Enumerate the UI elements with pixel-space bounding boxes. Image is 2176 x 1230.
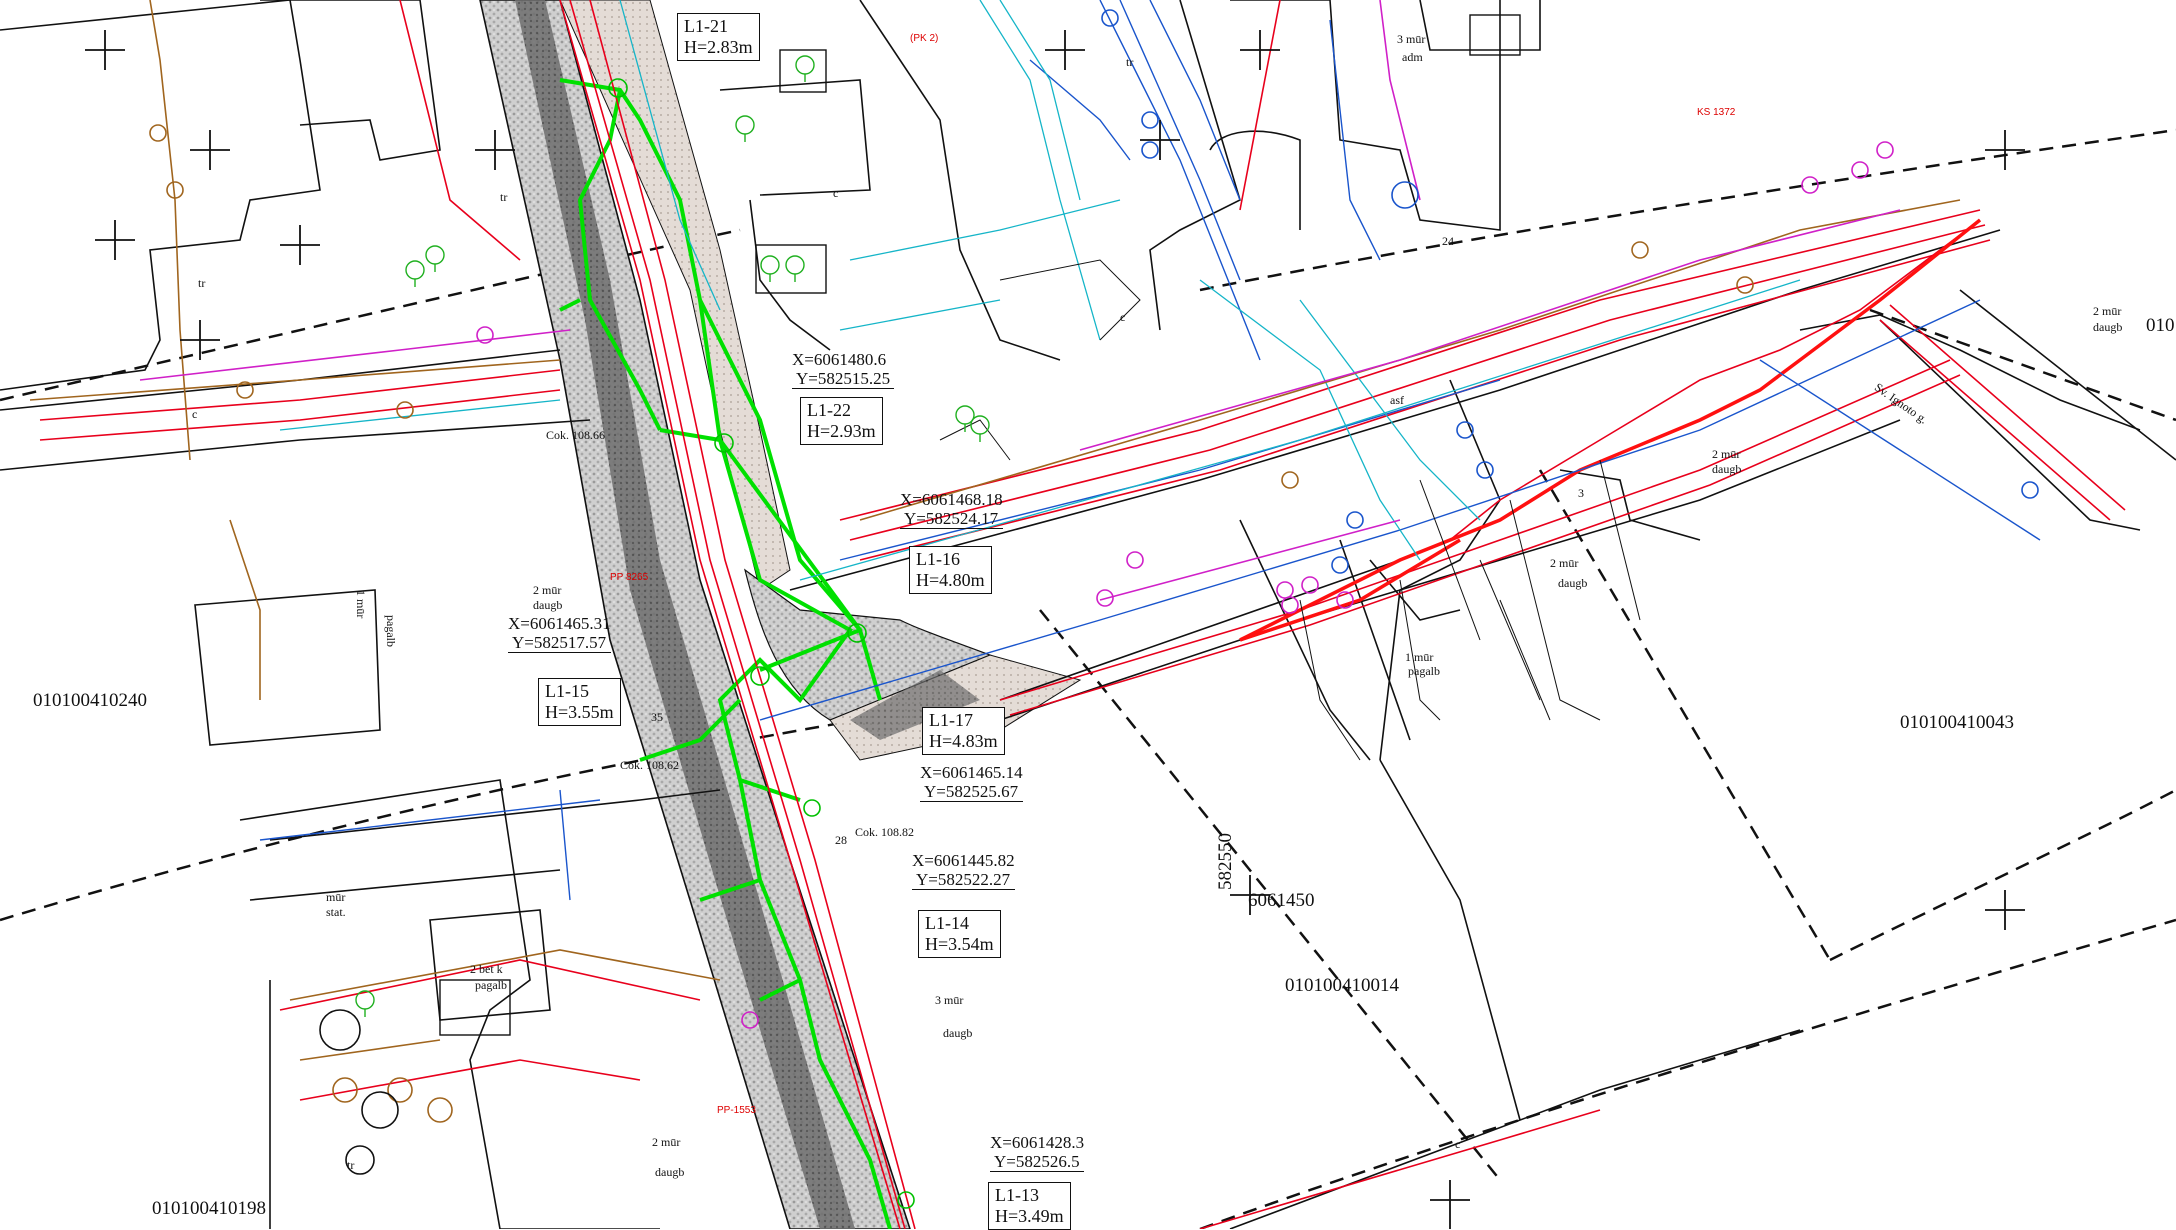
manhole-depth: H=4.80m — [916, 570, 985, 590]
coord-callout-4: X=6061465.14 Y=582525.67 — [920, 763, 1023, 802]
surface-label: c — [833, 186, 839, 200]
coord-x: X=6061468.18 — [900, 490, 1003, 509]
elevation-cok-3: Cok. 108.82 — [855, 825, 915, 839]
manhole-depth: H=2.83m — [684, 37, 753, 57]
manhole-depth: H=3.55m — [545, 702, 614, 722]
coord-y: Y=582526.5 — [990, 1152, 1085, 1172]
building-floors: mūr — [326, 890, 346, 904]
building-material: daugb — [1558, 576, 1588, 590]
parcel-id-198: 010100410198 — [152, 1198, 266, 1219]
manhole-label-l1-21: L1-21 H=2.83m — [677, 13, 760, 61]
manhole-label-l1-16: L1-16 H=4.80m — [909, 546, 992, 594]
building-floors: 3 mūr — [935, 993, 964, 1007]
coord-x: X=6061465.31 — [508, 614, 611, 633]
manhole-symbols — [149, 9, 2039, 1209]
surface-label: c — [192, 407, 198, 421]
building-floors: 2 mūr — [1712, 447, 1741, 461]
manhole-name: L1-22 — [807, 400, 851, 420]
manhole-name: L1-13 — [995, 1185, 1039, 1205]
surface-label: tr — [198, 276, 206, 290]
coord-y: Y=582517.57 — [508, 633, 611, 653]
building-material: daugb — [533, 598, 563, 612]
building-material: daugb — [655, 1165, 685, 1179]
surface-label: c — [1120, 310, 1126, 324]
elevation-cok-2: Cok. 108.62 — [620, 758, 680, 772]
grid-easting: 582550 — [1215, 833, 1236, 890]
house-number-3: 3 — [1578, 486, 1584, 500]
manhole-label-l1-15: L1-15 H=3.55m — [538, 678, 621, 726]
surface-label: tr — [347, 1158, 355, 1172]
power-pole-label: PP-1553 — [717, 1105, 756, 1116]
coord-callout-2: X=6061468.18 Y=582524.17 — [900, 490, 1003, 529]
manhole-name: L1-17 — [929, 710, 973, 730]
manhole-label-l1-17: L1-17 H=4.83m — [922, 707, 1005, 755]
heat-lines — [139, 0, 1901, 601]
grid-northing: 6061450 — [1248, 890, 1315, 911]
engineering-utility-map[interactable] — [0, 0, 2176, 1229]
coord-y: Y=582515.25 — [792, 369, 895, 389]
manhole-label-l1-14: L1-14 H=3.54m — [918, 910, 1001, 958]
elevation-cok-1: Cok. 108.66 — [546, 428, 606, 442]
manhole-depth: H=3.49m — [995, 1206, 1064, 1226]
building-floors: 2 bet k — [470, 962, 503, 976]
building-material: pagalb — [475, 978, 507, 992]
power-pole-label: PP 8265 — [610, 572, 649, 583]
building-floors: 1 mūr — [1405, 650, 1434, 664]
coord-callout-6: X=6061428.3 Y=582526.5 — [990, 1133, 1085, 1172]
manhole-name: L1-21 — [684, 16, 728, 36]
coord-y: Y=582522.27 — [912, 870, 1015, 890]
coord-callout-3: X=6061465.31 Y=582517.57 — [508, 614, 611, 653]
building-material: pagalb — [1408, 664, 1440, 678]
surface-label: asf — [1390, 393, 1404, 407]
building-material: daugb — [943, 1026, 973, 1040]
coord-y: Y=582525.67 — [920, 782, 1023, 802]
manhole-label-l1-22: L1-22 H=2.93m — [800, 397, 883, 445]
manhole-depth: H=4.83m — [929, 731, 998, 751]
coord-x: X=6061480.6 — [792, 350, 887, 369]
manhole-depth: H=2.93m — [807, 421, 876, 441]
building-use: stat. — [326, 905, 346, 919]
surface-label: tr — [1126, 55, 1134, 69]
cabinet-label: (PK 2) — [910, 33, 939, 44]
house-number-35: 35 — [651, 710, 663, 724]
building-use: adm — [1402, 50, 1423, 64]
parcel-id-014: 010100410014 — [1285, 975, 1399, 996]
manhole-name: L1-15 — [545, 681, 589, 701]
manhole-name: L1-16 — [916, 549, 960, 569]
parcel-boundaries — [0, 128, 2176, 1229]
parcel-id-010: 010 — [2146, 315, 2175, 336]
building-floors: 1 mūr — [354, 590, 368, 619]
building-floors: 3 mūr — [1397, 32, 1426, 46]
gas-lines — [29, 0, 1961, 1061]
cross-road-edges — [0, 229, 2176, 1229]
coord-x: X=6061428.3 — [990, 1133, 1085, 1152]
building-floors: 2 mūr — [652, 1135, 681, 1149]
building-material: daugb — [1712, 462, 1742, 476]
building-floors: 2 mūr — [1550, 556, 1579, 570]
manhole-depth: H=3.54m — [925, 934, 994, 954]
coord-x: X=6061465.14 — [920, 763, 1023, 782]
coord-x: X=6061445.82 — [912, 851, 1015, 870]
cabinet-label: KS 1372 — [1697, 107, 1736, 118]
surface-label: tr — [500, 190, 508, 204]
house-number-24: 24 — [1442, 234, 1454, 248]
surface-label: c — [1455, 1137, 1461, 1151]
building-material: daugb — [2093, 320, 2123, 334]
parcel-id-043: 010100410043 — [1900, 712, 2014, 733]
coord-callout-5: X=6061445.82 Y=582522.27 — [912, 851, 1015, 890]
coord-y: Y=582524.17 — [900, 509, 1003, 529]
manhole-name: L1-14 — [925, 913, 969, 933]
parcel-id-240: 010100410240 — [33, 690, 147, 711]
coord-callout-1: X=6061480.6 Y=582515.25 — [792, 350, 895, 389]
manhole-label-l1-13: L1-13 H=3.49m — [988, 1182, 1071, 1230]
building-material: pagalb — [384, 615, 398, 647]
house-number-28: 28 — [835, 833, 847, 847]
building-floors: 2 mūr — [533, 583, 562, 597]
building-floors: 2 mūr — [2093, 304, 2122, 318]
